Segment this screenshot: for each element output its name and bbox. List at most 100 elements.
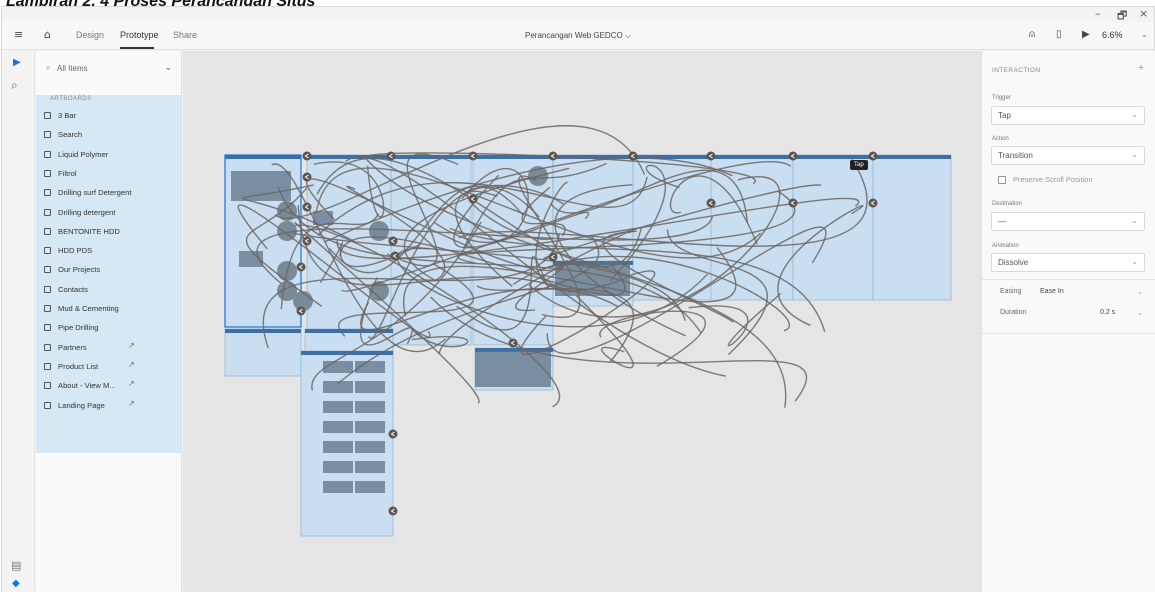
artboard-layer-label: Partners [58, 342, 87, 352]
artboard-layer-label: Liquid Polymer [58, 149, 109, 159]
user-account-icon[interactable]: ⍝ [1029, 29, 1035, 40]
easing-select[interactable]: Ease In [1040, 288, 1064, 295]
artboard-icon [44, 189, 51, 197]
artboard-layer-item[interactable]: Liquid Polymer [36, 147, 181, 166]
zoom-chevron-icon[interactable]: ⌄ [1141, 30, 1148, 39]
active-tab-underline [120, 47, 154, 49]
document-title[interactable]: Perancangan Web GEDCO ⌵ [2, 31, 1154, 41]
duration-label: Duration [1000, 309, 1027, 316]
destination-label: Destination [992, 201, 1023, 207]
close-button[interactable]: × [1139, 7, 1148, 20]
device-preview-icon[interactable]: ▯ [1056, 29, 1062, 40]
external-link-icon[interactable]: ↗ [128, 399, 135, 408]
minimize-button[interactable]: – [1095, 7, 1101, 20]
artboard-layer-item[interactable]: Drilling surf Detergent [36, 185, 181, 204]
select-tool-icon[interactable]: ▶ [13, 57, 21, 68]
artboard-header-bar [793, 155, 873, 159]
artboard-header-bar [225, 329, 301, 333]
artboard-layer-label: Mud & Cementing [58, 304, 119, 313]
zoom-level[interactable]: 6.6% [1102, 30, 1123, 40]
artboard-layer-item[interactable]: Drilling detergent [36, 205, 181, 224]
artboard-layer-item[interactable]: Pipe Drilling [36, 320, 181, 339]
wire-connector [390, 251, 400, 261]
preserve-scroll-label: Preserve Scroll Position [1013, 175, 1093, 184]
play-preview-icon[interactable]: ▶ [1082, 29, 1090, 40]
external-link-icon[interactable]: ↗ [128, 379, 135, 388]
wire-connector [628, 151, 638, 161]
prototype-canvas[interactable]: Tap [183, 51, 981, 592]
artboard-icon [44, 324, 51, 332]
artboard-layer-item[interactable]: BENTONITE HDD [36, 224, 181, 243]
layers-panel: ⌕ All Items ⌄ ARTBOARDS 3 Bar Search Liqui… [36, 51, 182, 592]
wire-connector [388, 429, 398, 439]
action-select[interactable]: Transition ⌄ [991, 146, 1145, 165]
chevron-down-icon: ⌄ [164, 62, 172, 72]
layers-panel-icon[interactable]: ◆ [12, 578, 20, 589]
wire-connector [468, 151, 478, 161]
divider [982, 279, 1155, 280]
artboard-layer-item[interactable]: Search [36, 127, 181, 146]
wire-connector [388, 506, 398, 516]
window-controls: – 🗗 × [2, 7, 1154, 22]
action-value: Transition [998, 151, 1033, 160]
artboard-layer-item[interactable]: Our Projects [36, 262, 181, 281]
external-link-icon[interactable]: ↗ [128, 341, 135, 350]
wire-connector [548, 151, 558, 161]
artboard-layer-item[interactable]: Contacts [36, 282, 181, 301]
external-link-icon[interactable]: ↗ [128, 360, 135, 369]
artboard-layer-label: HDD PDS [58, 246, 93, 256]
zoom-tool-icon[interactable]: ⌕ [11, 78, 18, 93]
artboard-thumbnail [872, 154, 952, 301]
wire-connector [788, 198, 798, 208]
artboard-layer-item[interactable]: Landing Page ↗ [36, 398, 181, 417]
assets-panel-icon[interactable]: ▤ [11, 559, 21, 572]
layers-filter[interactable]: ⌕ All Items ⌄ [44, 61, 174, 77]
artboard-layer-label: BENTONITE HDD [58, 226, 120, 236]
destination-select[interactable]: — ⌄ [991, 212, 1145, 231]
search-icon: ⌕ [46, 63, 51, 72]
artboard-layer-item[interactable]: Product List ↗ [36, 359, 181, 378]
wire-connector [706, 151, 716, 161]
artboard-layer-item[interactable]: 3 Bar [36, 108, 181, 127]
artboard-icon [44, 362, 51, 370]
animation-select[interactable]: Dissolve ⌄ [991, 253, 1145, 272]
tap-tooltip: Tap [850, 160, 868, 170]
wire-connector [296, 262, 306, 272]
image-placeholder [355, 421, 385, 433]
artboard-icon [44, 247, 51, 255]
artboard-layer-item[interactable]: Mud & Cementing [36, 301, 181, 320]
wire-connector [302, 172, 312, 182]
artboard-layer-label: Product List [58, 361, 99, 371]
divider [982, 333, 1155, 334]
artboard-layer-label: Drilling surf Detergent [58, 188, 132, 198]
chevron-down-icon: ⌄ [1137, 310, 1143, 317]
duration-input[interactable]: 0.2 s [1100, 309, 1115, 316]
preserve-scroll-checkbox[interactable] [998, 176, 1006, 184]
artboard-layer-label: Pipe Drilling [58, 323, 99, 333]
artboard-layer-label: Drilling detergent [58, 207, 116, 217]
artboard-header-bar [873, 155, 951, 159]
artboard-icon [44, 305, 51, 312]
image-placeholder [323, 461, 353, 473]
wire-connector [468, 194, 478, 204]
artboard-icon [44, 150, 51, 158]
wire-connector [868, 198, 878, 208]
interaction-panel: INTERACTION + Trigger Tap ⌄ Action Trans… [981, 51, 1155, 592]
wire-connector [302, 202, 312, 212]
artboard-layer-label: Contacts [58, 284, 88, 294]
artboard-layer-item[interactable]: About - View M... ↗ [36, 378, 181, 397]
image-placeholder [323, 421, 353, 433]
artboard-icon [44, 401, 51, 409]
artboard-layer-item[interactable]: Filtrol [36, 166, 181, 185]
filter-label: All Items [57, 64, 88, 73]
trigger-select[interactable]: Tap ⌄ [991, 106, 1145, 125]
artboard-icon [44, 131, 51, 139]
artboard-layer-item[interactable]: Partners ↗ [36, 340, 181, 359]
wire-connector [868, 151, 878, 161]
artboard-icon [44, 382, 51, 390]
artboard-thumbnail [306, 154, 396, 331]
image-placeholder [355, 441, 385, 453]
add-interaction-icon[interactable]: + [1138, 63, 1144, 74]
artboard-layer-item[interactable]: HDD PDS [36, 243, 181, 262]
artboard-icon [44, 112, 51, 119]
